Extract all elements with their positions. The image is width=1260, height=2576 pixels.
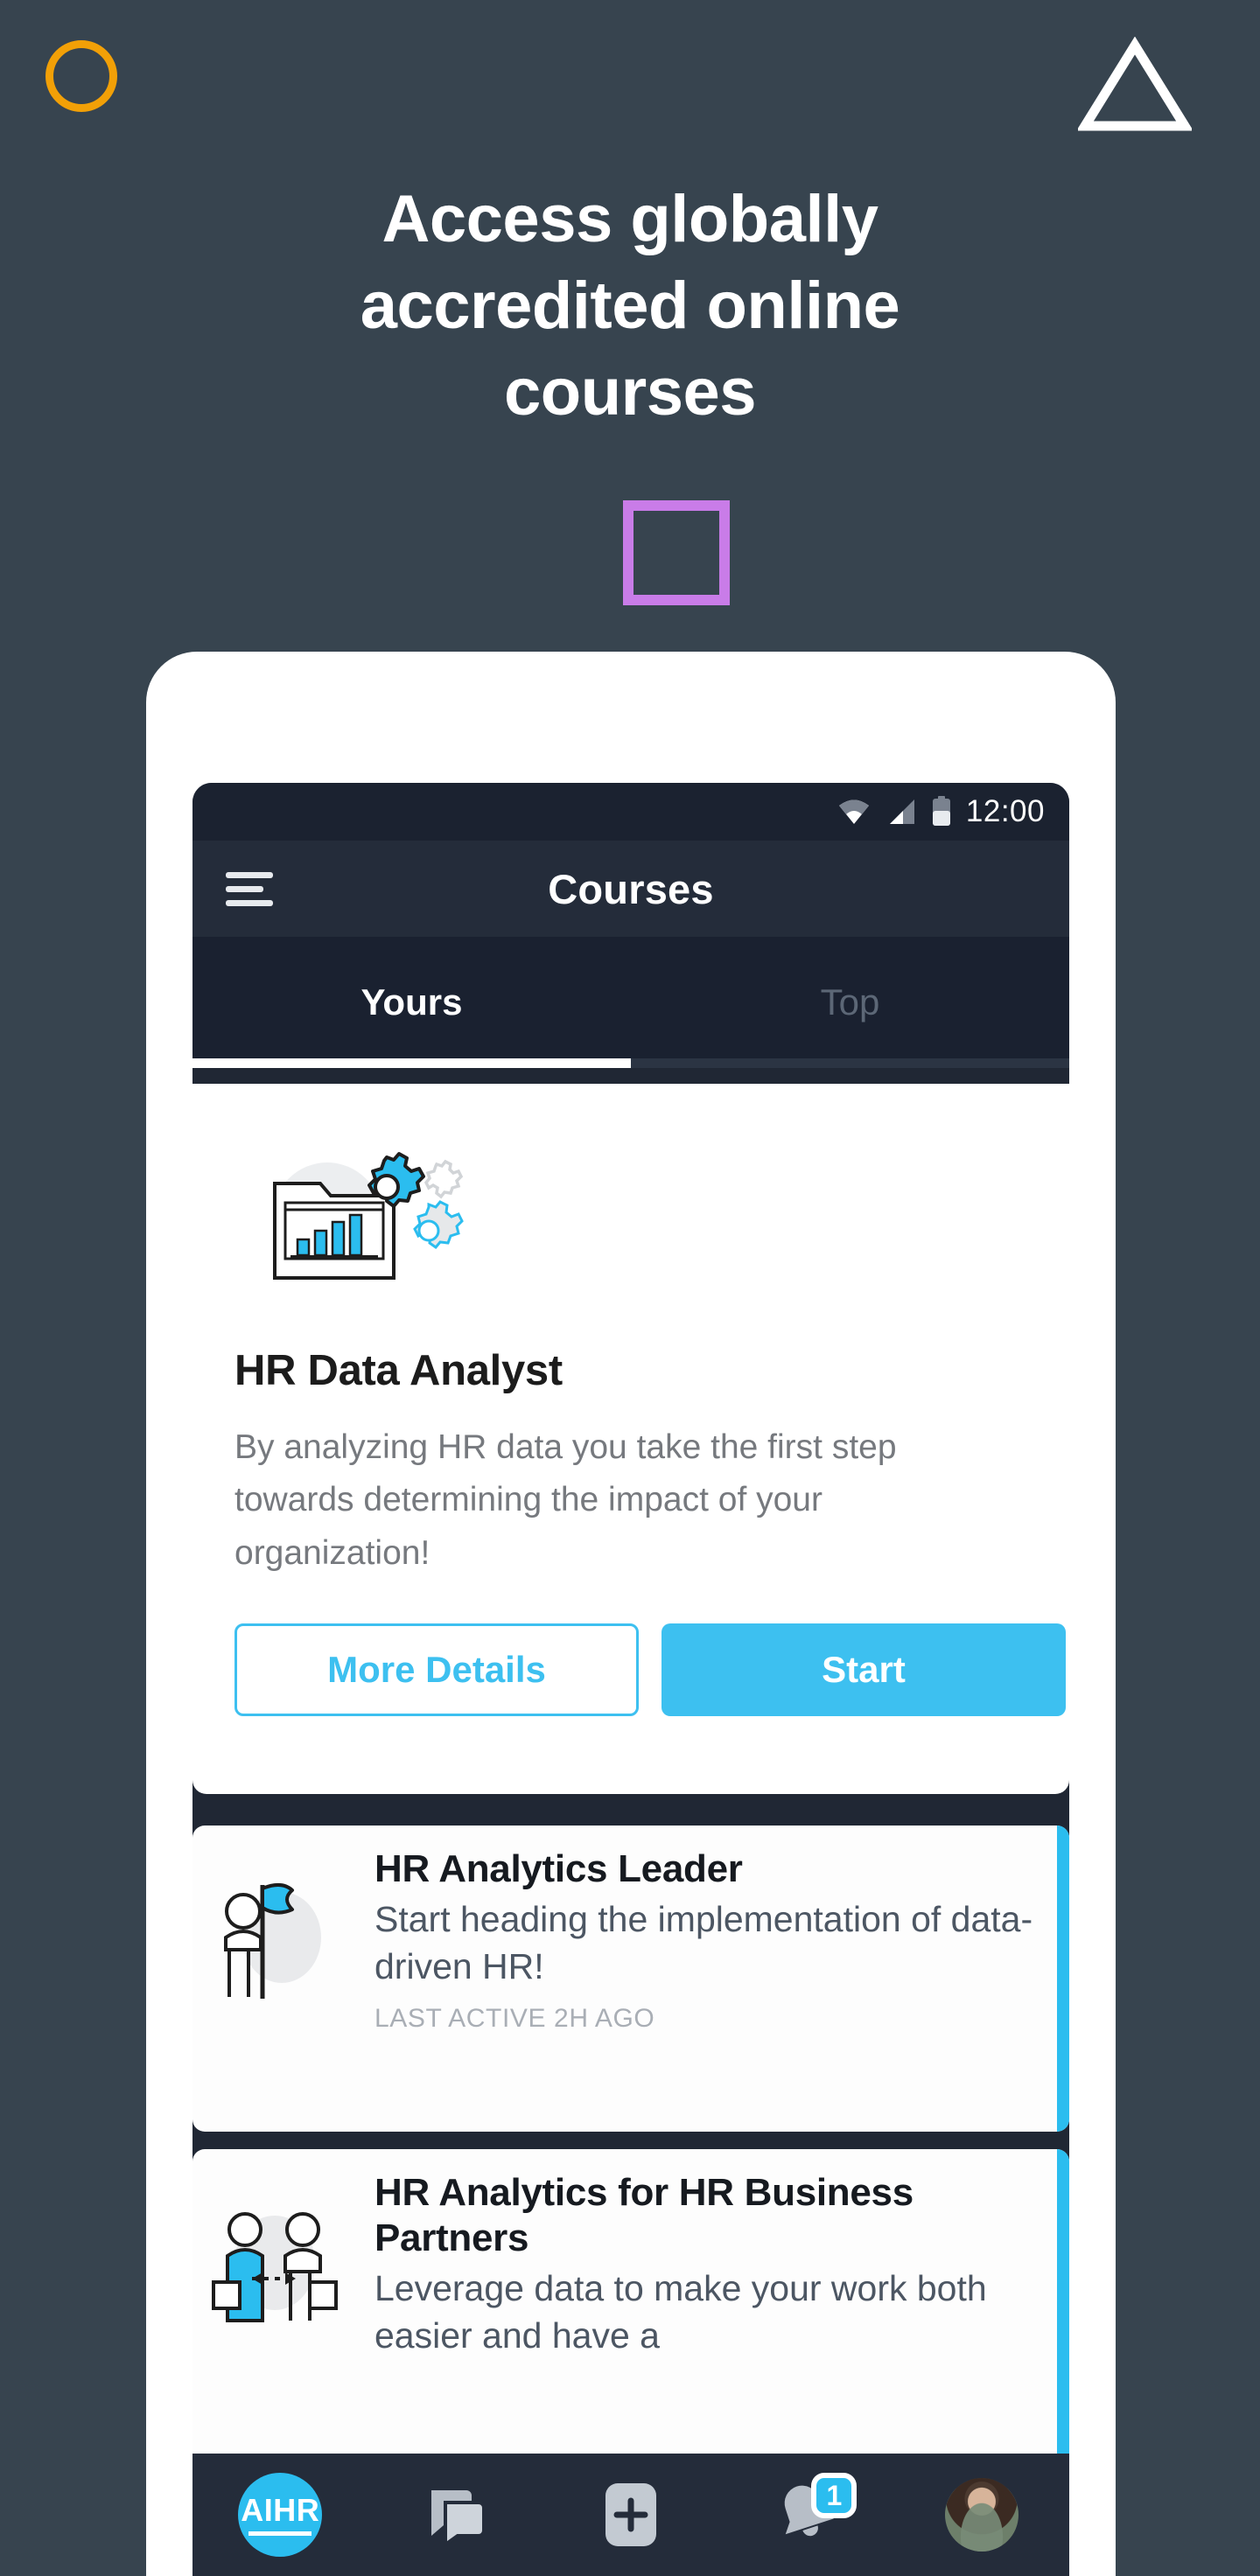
featured-course-title: HR Data Analyst: [234, 1347, 563, 1394]
two-people-exchange-icon: [212, 2212, 338, 2322]
card-accent-edge: [1057, 1826, 1069, 2132]
avatar-image: [944, 2478, 1018, 2552]
aihr-logo-text: AIHR: [241, 2491, 320, 2528]
phone-mockup: 12:00 Courses Yours Top HR Data Analyst …: [146, 652, 1116, 2576]
wifi-icon: [838, 799, 869, 824]
tab-bar: Yours Top: [192, 937, 1069, 1068]
status-bar: 12:00: [192, 783, 1069, 841]
headline-line-2: accredited online: [360, 268, 900, 343]
nav-item-messages[interactable]: [368, 2454, 542, 2576]
decorative-circle: [46, 40, 117, 112]
course-title: HR Analytics for HR Business Partners: [374, 2171, 914, 2259]
hamburger-line: [226, 885, 264, 892]
phone-screen: 12:00 Courses Yours Top HR Data Analyst …: [192, 783, 1069, 2576]
chat-icon: [430, 2490, 486, 2548]
nav-item-notifications[interactable]: 1: [718, 2454, 893, 2576]
course-title: HR Analytics Leader: [374, 1847, 743, 1890]
hamburger-line: [226, 899, 273, 906]
course-list-item[interactable]: HR Analytics Leader Start heading the im…: [192, 1826, 1069, 2132]
page-headline: Access globally accredited online course…: [0, 177, 1260, 436]
tab-yours[interactable]: Yours: [192, 937, 631, 1068]
course-icon-wrap: [212, 2170, 369, 2359]
course-description: Start heading the implementation of data…: [374, 1898, 1033, 1987]
signal-icon: [889, 799, 914, 824]
course-icon-wrap: [212, 1846, 369, 2034]
bottom-navigation: AIHR 1: [192, 2454, 1069, 2576]
tab-top[interactable]: Top: [631, 937, 1069, 1068]
status-bar-time: 12:00: [965, 794, 1045, 828]
nav-item-home[interactable]: AIHR: [192, 2454, 368, 2576]
add-icon: [606, 2483, 657, 2546]
start-button[interactable]: Start: [662, 1623, 1066, 1716]
page-title: Courses: [548, 865, 714, 912]
app-bar: Courses: [192, 841, 1069, 937]
featured-course-actions: More Details Start: [234, 1623, 1066, 1716]
avatar: [944, 2478, 1018, 2552]
course-description: Leverage data to make your work both eas…: [374, 2267, 987, 2356]
course-list-item[interactable]: HR Analytics for HR Business Partners Le…: [192, 2149, 1069, 2499]
hamburger-menu-icon[interactable]: [226, 864, 273, 914]
course-last-active: LAST ACTIVE 2H AGO: [374, 2004, 655, 2034]
nav-item-add[interactable]: [543, 2454, 718, 2576]
nav-item-profile[interactable]: [894, 2454, 1069, 2576]
aihr-logo-icon: AIHR: [238, 2473, 323, 2557]
person-with-flag-icon: [224, 1883, 321, 1999]
headline-line-3: courses: [504, 354, 757, 429]
headline-line-1: Access globally: [382, 182, 879, 256]
aihr-logo-underline: [248, 2531, 312, 2536]
decorative-square: [623, 500, 730, 605]
content-area: HR Data Analyst By analyzing HR data you…: [192, 1068, 1069, 2576]
hamburger-line: [226, 871, 273, 878]
battery-icon: [932, 796, 950, 826]
card-accent-edge: [1057, 2149, 1069, 2499]
notification-badge: 1: [811, 2473, 858, 2518]
folder-bar-chart-gears-icon: [273, 1152, 464, 1280]
featured-course-card[interactable]: HR Data Analyst By analyzing HR data you…: [192, 1084, 1069, 1794]
decorative-triangle-icon: [1078, 37, 1192, 131]
more-details-button[interactable]: More Details: [234, 1623, 639, 1716]
featured-course-description: By analyzing HR data you take the first …: [234, 1428, 897, 1572]
tab-active-indicator: [192, 1058, 631, 1068]
